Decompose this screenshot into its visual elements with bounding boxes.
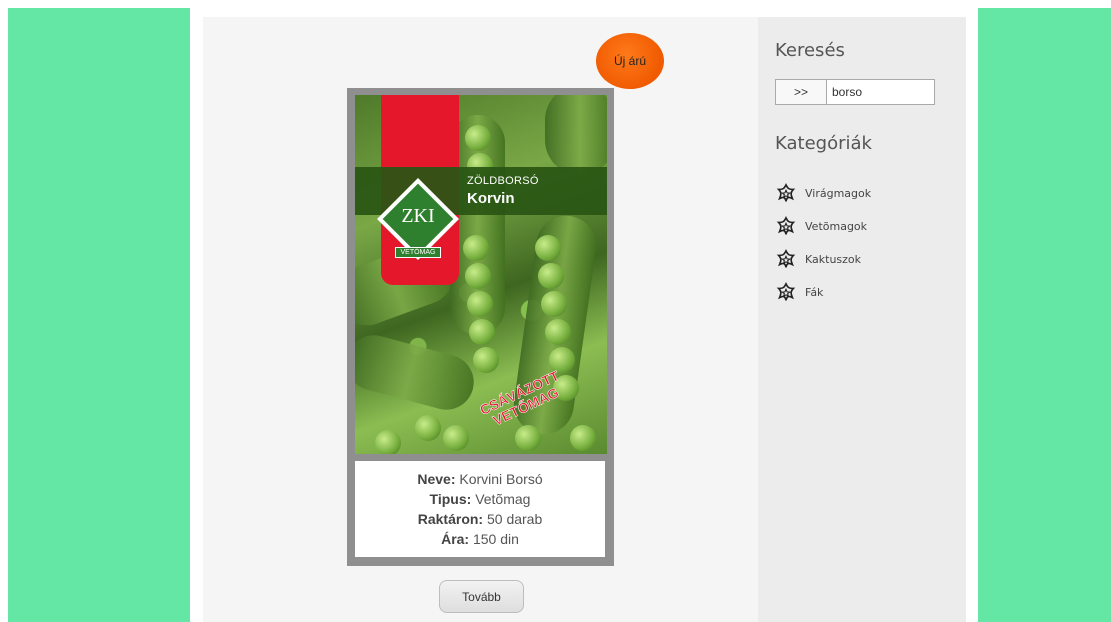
left-margin-panel bbox=[8, 8, 190, 622]
field-label: Raktáron: bbox=[417, 511, 484, 527]
sidebar bbox=[758, 17, 966, 622]
product-name-row: Neve: Korvini Borsó bbox=[355, 469, 605, 489]
brand-logo-text: ZKI bbox=[401, 205, 435, 227]
product-image[interactable]: ZÖLDBORSÓ Korvin ZKI VETŐMAG CSÁVÁZOTT V… bbox=[355, 95, 607, 454]
right-margin-panel bbox=[978, 8, 1111, 622]
flower-star-icon bbox=[776, 215, 796, 235]
product-card: ZÖLDBORSÓ Korvin ZKI VETŐMAG CSÁVÁZOTT V… bbox=[347, 88, 614, 566]
field-value: 50 darab bbox=[486, 511, 543, 527]
product-info: Neve: Korvini Borsó Tipus: Vetõmag Raktá… bbox=[355, 461, 605, 557]
category-label: Virágmagok bbox=[805, 187, 872, 200]
search-button[interactable]: >> bbox=[776, 80, 827, 104]
field-value: Vetõmag bbox=[475, 491, 531, 507]
category-item-fak[interactable]: Fák bbox=[775, 276, 871, 309]
image-title: Korvin bbox=[467, 190, 515, 207]
badge-label: Új árú bbox=[613, 54, 646, 68]
image-subtitle: ZÖLDBORSÓ bbox=[467, 175, 539, 187]
more-button[interactable]: Tovább bbox=[439, 580, 524, 613]
product-stock-row: Raktáron: 50 darab bbox=[355, 509, 605, 529]
product-type-row: Tipus: Vetõmag bbox=[355, 489, 605, 509]
field-value: Korvini Borsó bbox=[459, 471, 543, 487]
flower-star-icon bbox=[776, 248, 796, 268]
search-title: Keresés bbox=[775, 40, 845, 61]
search-box: >> bbox=[775, 79, 935, 105]
product-price-row: Ára: 150 din bbox=[355, 529, 605, 549]
category-item-vetomagok[interactable]: Vetõmagok bbox=[775, 210, 871, 243]
field-label: Tipus: bbox=[429, 491, 472, 507]
search-input[interactable] bbox=[827, 80, 934, 104]
flower-star-icon bbox=[776, 182, 796, 202]
category-label: Kaktuszok bbox=[805, 253, 862, 266]
category-label: Fák bbox=[805, 286, 824, 299]
flower-star-icon bbox=[776, 281, 796, 301]
category-label: Vetõmagok bbox=[805, 220, 868, 233]
categories-title: Kategóriák bbox=[775, 133, 872, 154]
field-label: Ára: bbox=[441, 531, 470, 547]
field-value: 150 din bbox=[472, 531, 519, 547]
brand-logo-strip: VETŐMAG bbox=[395, 247, 441, 258]
category-item-kaktuszok[interactable]: Kaktuszok bbox=[775, 243, 871, 276]
new-item-badge: Új árú bbox=[596, 33, 664, 89]
category-item-viragmagok[interactable]: Virágmagok bbox=[775, 177, 871, 210]
field-label: Neve: bbox=[417, 471, 456, 487]
category-list: Virágmagok Vetõmagok Kaktuszok Fák bbox=[775, 177, 871, 309]
